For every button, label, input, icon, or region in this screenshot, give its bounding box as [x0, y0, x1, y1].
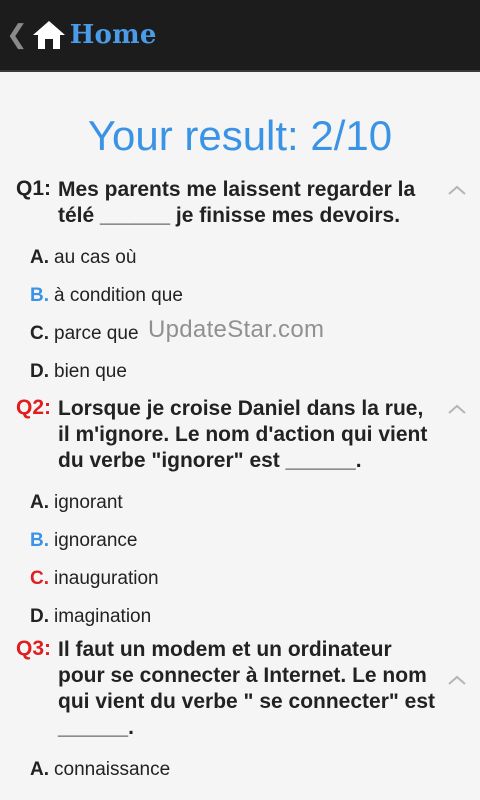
- home-icon: [32, 21, 65, 49]
- answer-letter: C.: [30, 323, 49, 344]
- answer-letter: D.: [30, 361, 49, 382]
- results-content[interactable]: Your result: 2/10 Q1: Mes parents me lai…: [0, 74, 480, 800]
- answer-letter: B.: [30, 285, 49, 306]
- answer-list: A. connaissance: [0, 751, 480, 789]
- question-text: Lorsque je croise Daniel dans la rue, il…: [58, 397, 428, 472]
- chevron-up-icon[interactable]: [446, 179, 468, 201]
- answer-letter: A.: [30, 492, 49, 513]
- answer-option[interactable]: A. au cas où: [0, 239, 480, 277]
- answer-text: imagination: [54, 606, 152, 627]
- answer-letter: B.: [30, 530, 49, 551]
- answer-option[interactable]: D. imagination: [0, 598, 480, 636]
- answer-text: à condition que: [54, 285, 183, 306]
- answer-list: A. ignorant B. ignorance C. inauguration D.…: [0, 484, 480, 636]
- answer-option[interactable]: A. ignorant: [0, 484, 480, 522]
- answer-letter: D.: [30, 606, 49, 627]
- answer-option[interactable]: A. connaissance: [0, 751, 480, 789]
- answer-option[interactable]: B. ignorance: [0, 522, 480, 560]
- answer-text: bien que: [54, 361, 127, 382]
- answer-letter: A.: [30, 247, 49, 268]
- question-item[interactable]: Q2: Lorsque je croise Daniel dans la rue…: [0, 396, 480, 636]
- question-number: Q3:: [16, 637, 52, 660]
- answer-text: parce que: [54, 323, 139, 344]
- answer-option[interactable]: C. parce que: [0, 315, 480, 353]
- question-number: Q1:: [16, 177, 52, 200]
- answer-text: inauguration: [54, 568, 159, 589]
- question-item[interactable]: Q1: Mes parents me laissent regarder la …: [0, 177, 480, 391]
- question-item[interactable]: Q3: Il faut un modem et un ordinateur po…: [0, 637, 480, 789]
- back-caret-icon: ❮: [6, 20, 28, 50]
- question-text: Il faut un modem et un ordinateur pour s…: [58, 638, 436, 739]
- answer-option[interactable]: C. inauguration: [0, 560, 480, 598]
- answer-letter: A.: [30, 759, 49, 780]
- question-header[interactable]: Q3: Il faut un modem et un ordinateur po…: [0, 637, 480, 741]
- chevron-up-icon[interactable]: [446, 398, 468, 420]
- answer-option[interactable]: B. à condition que: [0, 277, 480, 315]
- chevron-up-icon[interactable]: [446, 669, 468, 691]
- result-score: Your result: 2/10: [87, 112, 393, 159]
- answer-letter: C.: [30, 568, 49, 589]
- action-bar: ❮ Home: [0, 0, 480, 72]
- answer-list: A. au cas où B. à condition que C. parce qu…: [0, 239, 480, 391]
- answer-text: connaissance: [54, 759, 171, 780]
- answer-text: au cas où: [54, 247, 137, 268]
- question-number: Q2:: [16, 396, 52, 419]
- question-header[interactable]: Q2: Lorsque je croise Daniel dans la rue…: [0, 396, 480, 474]
- app-title: Home: [69, 20, 157, 50]
- question-header[interactable]: Q1: Mes parents me laissent regarder la …: [0, 177, 480, 229]
- question-text: Mes parents me laissent regarder la télé…: [58, 178, 416, 227]
- answer-text: ignorant: [54, 492, 123, 513]
- answer-option[interactable]: D. bien que: [0, 353, 480, 391]
- answer-text: ignorance: [54, 530, 138, 551]
- home-up-button[interactable]: ❮ Home: [0, 0, 157, 71]
